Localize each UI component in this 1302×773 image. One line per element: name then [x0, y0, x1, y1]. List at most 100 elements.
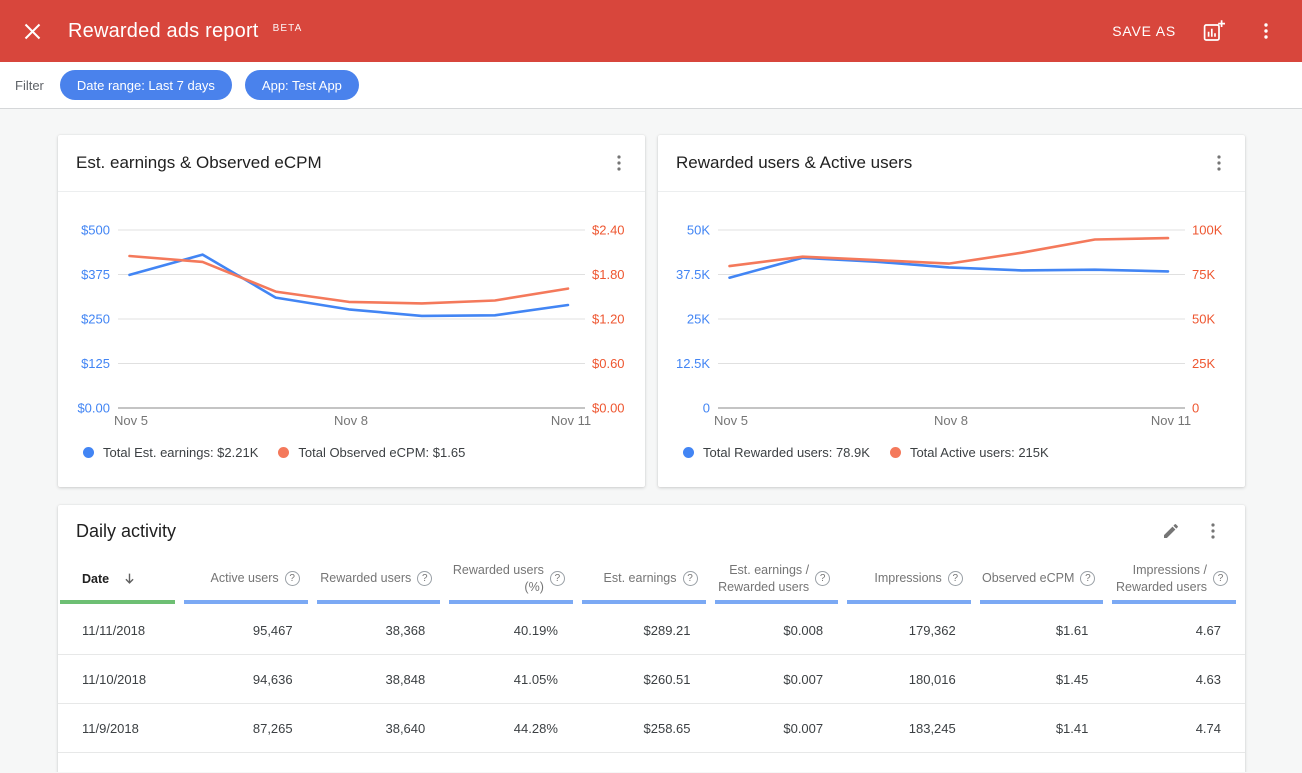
series-est-earnings [130, 255, 569, 316]
table-row: 11/9/201887,26538,64044.28%$258.65$0.007… [58, 704, 1245, 753]
right-axis-tick: 50K [1192, 312, 1215, 327]
column-label: Date [82, 572, 109, 586]
right-axis-tick: $0.60 [592, 356, 625, 371]
cell: 180,016 [847, 672, 980, 687]
card-header: Rewarded users & Active users [658, 135, 1245, 192]
help-icon[interactable]: ? [1080, 571, 1095, 586]
card-menu-button[interactable] [1205, 149, 1233, 177]
card-title: Rewarded users & Active users [676, 153, 912, 173]
cell: 38,848 [317, 672, 450, 687]
x-axis-tick: Nov 8 [934, 413, 968, 428]
left-axis-tick: $375 [81, 267, 110, 282]
help-icon[interactable]: ? [683, 571, 698, 586]
cell: $1.41 [980, 721, 1113, 736]
column-label: Est. earnings /Rewarded users [718, 562, 809, 595]
overflow-menu-button[interactable] [1252, 17, 1280, 45]
card-daily-activity: Daily activity DateActive users?Rewarded… [58, 505, 1245, 772]
left-axis-tick: $250 [81, 312, 110, 327]
edit-table-button[interactable] [1157, 517, 1185, 545]
cell: 40.19% [449, 623, 582, 638]
report-content: Est. earnings & Observed eCPM $500 $2.40 $… [0, 109, 1302, 772]
kebab-icon [611, 154, 627, 172]
left-axis-tick: 0 [703, 401, 710, 416]
save-as-button[interactable]: SAVE AS [1112, 23, 1176, 39]
card-menu-button[interactable] [1199, 517, 1227, 545]
help-icon[interactable]: ? [417, 571, 432, 586]
column-header-est-earnings-rewarded-users[interactable]: Est. earnings /Rewarded users? [715, 562, 848, 595]
right-axis-tick: 75K [1192, 267, 1215, 282]
legend-label: Total Est. earnings: $2.21K [103, 445, 258, 460]
column-underline [449, 600, 573, 604]
left-axis-tick: $0.00 [77, 401, 110, 416]
app-bar: Rewarded ads report BETA SAVE AS [0, 0, 1302, 62]
column-header-active-users[interactable]: Active users? [184, 570, 317, 586]
x-axis-tick: Nov 8 [334, 413, 368, 428]
cell-date: 11/11/2018 [58, 623, 184, 638]
card-header: Daily activity [58, 505, 1245, 557]
x-axis-tick: Nov 11 [1151, 413, 1191, 428]
column-label: Observed eCPM [982, 570, 1074, 586]
column-header-rewarded-users[interactable]: Rewarded users? [317, 570, 450, 586]
column-label: Est. earnings [604, 570, 677, 586]
column-header-rewarded-users[interactable]: Rewarded users(%)? [449, 562, 582, 595]
legend-item: Total Active users: 215K [890, 445, 1049, 460]
cell: $0.008 [715, 623, 848, 638]
sort-desc-icon [122, 571, 137, 586]
filter-chip-app[interactable]: App: Test App [245, 70, 359, 100]
cell: 87,265 [184, 721, 317, 736]
table-row: 11/11/201895,46738,36840.19%$289.21$0.00… [58, 606, 1245, 655]
legend-dot-orange [890, 447, 901, 458]
cell: $0.007 [715, 721, 848, 736]
cell: 38,368 [317, 623, 450, 638]
filter-chip-label: Date range: Last 7 days [77, 78, 215, 93]
x-axis-tick: Nov 11 [551, 413, 591, 428]
table-body: 11/11/201895,46738,36840.19%$289.21$0.00… [58, 606, 1245, 771]
cell: $258.65 [582, 721, 715, 736]
column-header-impressions[interactable]: Impressions? [847, 570, 980, 586]
filter-chip-date-range[interactable]: Date range: Last 7 days [60, 70, 232, 100]
help-icon[interactable]: ? [285, 571, 300, 586]
right-axis-tick: 0 [1192, 401, 1199, 416]
left-axis-tick: 25K [687, 312, 710, 327]
pencil-icon [1162, 522, 1180, 540]
cell: 4.74 [1112, 721, 1245, 736]
line-chart-users[interactable]: 50K100K37.5K75K25K50K12.5K25K00Nov 5Nov … [658, 192, 1245, 432]
right-axis-tick: $1.80 [592, 267, 625, 282]
filter-bar: Filter Date range: Last 7 days App: Test… [0, 62, 1302, 109]
right-axis-tick: 100K [1192, 223, 1223, 238]
legend-label: Total Rewarded users: 78.9K [703, 445, 870, 460]
legend-item: Total Observed eCPM: $1.65 [278, 445, 465, 460]
legend-label: Total Active users: 215K [910, 445, 1049, 460]
column-header-impressions-rewarded-users[interactable]: Impressions /Rewarded users? [1112, 562, 1245, 595]
close-button[interactable] [18, 17, 46, 45]
column-underline [582, 600, 706, 604]
help-icon[interactable]: ? [815, 571, 830, 586]
column-label: Impressions /Rewarded users [1116, 562, 1207, 595]
right-axis-tick: $2.40 [592, 223, 625, 238]
right-axis-tick: 25K [1192, 356, 1215, 371]
cell: 4.67 [1112, 623, 1245, 638]
help-icon[interactable]: ? [1213, 571, 1228, 586]
help-icon[interactable]: ? [948, 571, 963, 586]
cell: 38,640 [317, 721, 450, 736]
column-header-observed-ecpm[interactable]: Observed eCPM? [980, 570, 1113, 586]
left-axis-tick: $125 [81, 356, 110, 371]
x-axis-tick: Nov 5 [114, 413, 148, 428]
column-header-est-earnings[interactable]: Est. earnings? [582, 570, 715, 586]
table-row: 11/10/201894,63638,84841.05%$260.51$0.00… [58, 655, 1245, 704]
card-title: Est. earnings & Observed eCPM [76, 153, 322, 173]
filter-label: Filter [15, 78, 44, 93]
card-est-earnings-ecpm: Est. earnings & Observed eCPM $500 $2.40 $… [58, 135, 645, 487]
right-axis-tick: $0.00 [592, 401, 625, 416]
card-header: Est. earnings & Observed eCPM [58, 135, 645, 192]
column-underline [1112, 600, 1236, 604]
left-axis-tick: $500 [81, 223, 110, 238]
legend-dot-blue [683, 447, 694, 458]
add-to-dashboard-button[interactable] [1200, 17, 1228, 45]
column-underlines [58, 600, 1245, 604]
card-menu-button[interactable] [605, 149, 633, 177]
line-chart-earnings-ecpm[interactable]: $500$2.40$375$1.80$250$1.20$125$0.60$0.0… [58, 192, 645, 432]
help-icon[interactable]: ? [550, 571, 565, 586]
column-header-date[interactable]: Date [58, 571, 184, 586]
chart-legend: Total Est. earnings: $2.21K Total Observ… [58, 445, 645, 460]
